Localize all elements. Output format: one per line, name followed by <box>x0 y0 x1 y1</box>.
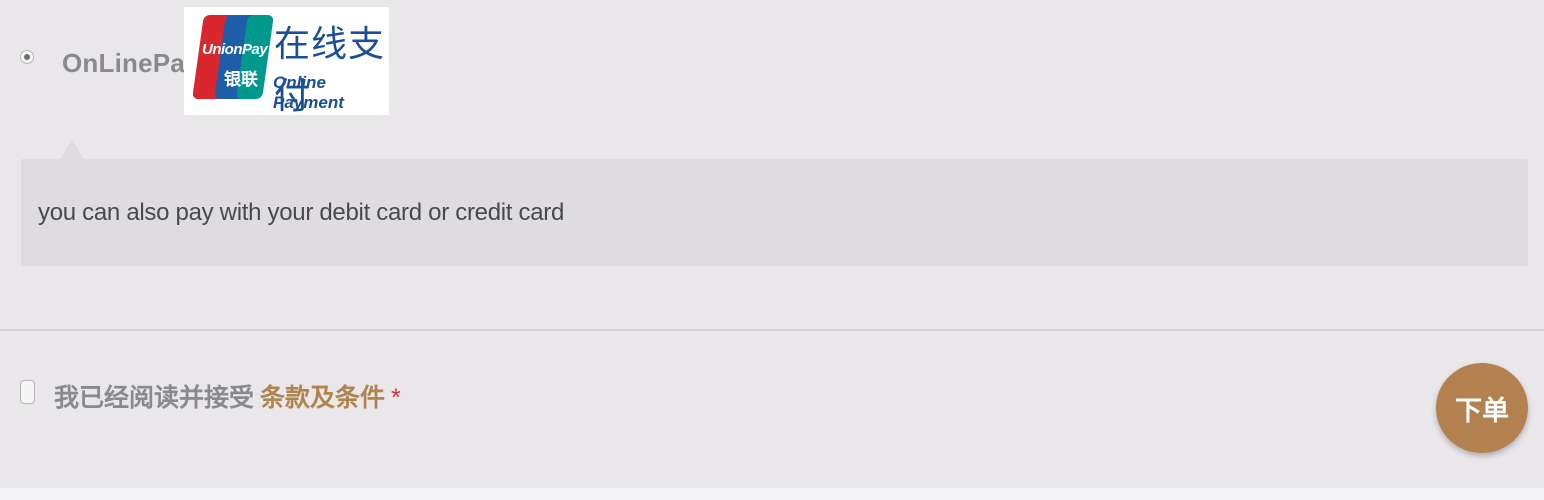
payment-method-label[interactable]: OnLinePay <box>62 48 200 79</box>
terms-text: 我已经阅读并接受 <box>54 384 255 412</box>
terms-label: 我已经阅读并接受 条款及条件 * <box>54 378 401 414</box>
terms-link[interactable]: 条款及条件 <box>260 384 385 412</box>
payment-method-radio[interactable] <box>20 50 34 64</box>
footer-strip <box>0 488 1544 500</box>
logo-brand-cn: 银联 <box>224 70 258 89</box>
terms-checkbox[interactable] <box>20 380 35 404</box>
divider <box>0 329 1544 331</box>
unionpay-logo: UnionPay 银联 在线支付 Online Payment <box>184 7 389 116</box>
payment-description: you can also pay with your debit card or… <box>38 199 565 226</box>
place-order-button[interactable]: 下单 <box>1436 363 1528 453</box>
logo-title-en: Online Payment <box>273 73 344 112</box>
payment-description-box: you can also pay with your debit card or… <box>21 159 1528 266</box>
unionpay-cards-icon: UnionPay 银联 <box>192 15 274 99</box>
required-mark: * <box>391 384 401 412</box>
description-pointer <box>60 139 84 159</box>
logo-brand-en: UnionPay <box>202 41 268 58</box>
